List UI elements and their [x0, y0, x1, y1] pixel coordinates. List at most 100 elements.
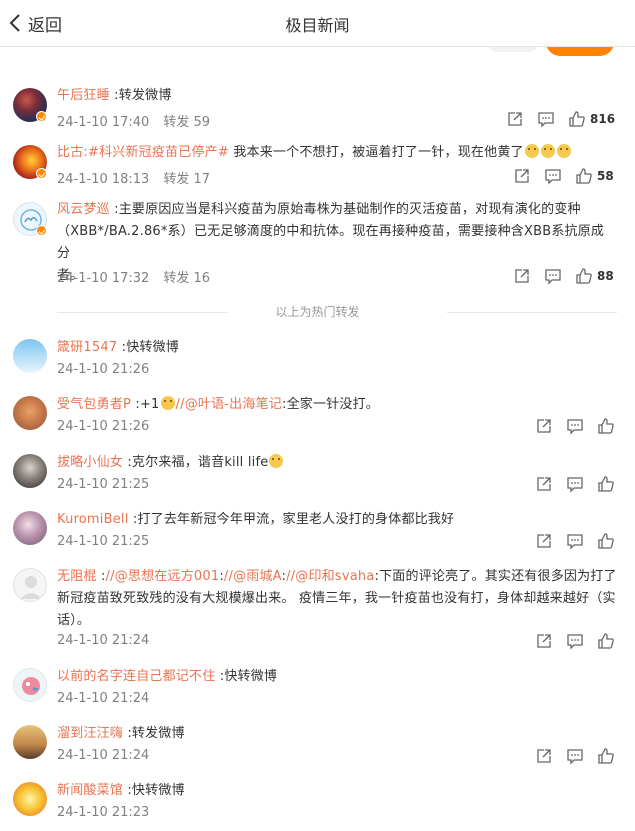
timestamp: 24-1-10 18:13 — [57, 172, 150, 187]
user-name[interactable]: 比古 — [57, 145, 83, 160]
user-name[interactable]: 拔略小仙女 — [57, 455, 123, 470]
avatar[interactable] — [13, 339, 47, 373]
comment-icon[interactable] — [566, 747, 584, 765]
avatar[interactable] — [13, 725, 47, 759]
mention-link[interactable]: //@叶语-出海笔记 — [176, 397, 282, 412]
user-name[interactable]: KuromiBell — [57, 512, 129, 527]
timestamp: 24-1-10 21:26 — [57, 362, 150, 377]
timestamp: 24-1-10 21:25 — [57, 477, 150, 492]
user-name[interactable]: 箴研1547 — [57, 340, 117, 355]
action-bar — [535, 632, 615, 650]
comment-icon[interactable] — [537, 110, 555, 128]
repost-content: :打了去年新冠今年甲流，家里老人没打的身体都比我好 — [128, 512, 455, 527]
like-icon[interactable] — [575, 167, 593, 185]
emoji-icon — [160, 396, 175, 410]
timestamp: 24-1-10 21:24 — [57, 748, 150, 763]
share-icon[interactable] — [535, 475, 553, 493]
repost-content-line: （XBB*/BA.2.86*系）已无足够滴度的中和抗体。现在再接种疫苗，需要接种… — [57, 224, 605, 261]
avatar[interactable] — [13, 396, 47, 430]
timestamp: 24-1-10 21:25 — [57, 534, 150, 549]
share-icon[interactable] — [506, 110, 524, 128]
comment-icon[interactable] — [544, 267, 562, 285]
action-bar: 58 — [513, 167, 614, 185]
avatar[interactable] — [13, 568, 47, 602]
share-icon[interactable] — [513, 267, 531, 285]
mention-link[interactable]: //@思想在远方001 — [106, 569, 220, 584]
mention-link[interactable]: //@雨城A — [224, 569, 282, 584]
repost-content: :克尔来福，谐音kill life — [123, 455, 269, 470]
repost-content: :快转微博 — [123, 783, 185, 798]
bird-avatar-icon — [22, 677, 40, 695]
repost-item: 以前的名字连自己都记不住 :快转微博 24-1-10 21:24 — [0, 666, 635, 711]
separator: : — [96, 569, 106, 584]
repost-content-line: 新冠疫苗致死致残的没有大规模爆出来。 疫情三年，我一针疫苗也没有打，身体却越来越… — [57, 591, 616, 606]
action-bar — [535, 475, 615, 493]
share-icon[interactable] — [535, 747, 553, 765]
share-icon[interactable] — [535, 632, 553, 650]
verified-badge-icon — [36, 225, 47, 236]
repost-content: 我本来一个不想打，被逼着打了一针，现在他黄了 — [228, 145, 524, 160]
user-name[interactable]: 新闻酸菜馆 — [57, 783, 123, 798]
avatar[interactable] — [13, 454, 47, 488]
like-icon[interactable] — [597, 417, 615, 435]
repost-content: :转发微博 — [109, 88, 172, 103]
top-bar: 返回 极目新闻 — [0, 0, 635, 47]
like-icon[interactable] — [575, 267, 593, 285]
like-icon[interactable] — [597, 532, 615, 550]
like-icon[interactable] — [568, 110, 586, 128]
mention-link[interactable]: //@印和svaha — [286, 569, 374, 584]
like-count: 58 — [597, 169, 614, 183]
like-icon[interactable] — [597, 632, 615, 650]
avatar[interactable] — [13, 511, 47, 545]
forward-count: 转发 59 — [163, 115, 211, 130]
action-bar — [535, 417, 615, 435]
emoji-icon — [556, 144, 571, 158]
share-icon[interactable] — [513, 167, 531, 185]
repost-content: :+1 — [131, 397, 160, 412]
timestamp: 24-1-10 17:40 — [57, 115, 150, 130]
repost-content: :转发微博 — [123, 726, 185, 741]
topic-link[interactable]: :#科兴新冠疫苗已停产# — [83, 145, 229, 160]
timestamp: 24-1-10 21:26 — [57, 419, 150, 434]
avatar[interactable] — [13, 782, 47, 816]
avatar[interactable] — [13, 668, 47, 702]
repost-content-line: :主要原因应当是科兴疫苗为原始毒株为基础制作的灭活疫苗，对现有演化的变种 — [109, 202, 581, 217]
timestamp: 24-1-10 21:24 — [57, 633, 150, 648]
like-count: 88 — [597, 269, 614, 283]
action-bar: 88 — [513, 267, 614, 285]
repost-content: :快转微博 — [215, 669, 278, 684]
user-name[interactable]: 风云梦巡 — [57, 202, 110, 217]
user-name[interactable]: 受气包勇者P — [57, 397, 131, 412]
page-title: 极目新闻 — [285, 16, 350, 35]
repost-content-line: :下面的评论亮了。其实还有很多因为打了 — [374, 569, 617, 584]
repost-content: :全家一针没打。 — [281, 397, 379, 412]
repost-item: 新闻酸菜馆 :快转微博 24-1-10 21:23 — [0, 780, 635, 825]
emoji-icon — [540, 144, 555, 158]
comment-icon[interactable] — [566, 475, 584, 493]
user-name[interactable]: 午后狂睡 — [57, 88, 110, 103]
comment-icon[interactable] — [566, 417, 584, 435]
hot-reposts-label: 以上为热门转发 — [275, 305, 360, 319]
timestamp: 24-1-10 21:24 — [57, 691, 150, 706]
comment-icon[interactable] — [566, 532, 584, 550]
action-bar — [535, 747, 615, 765]
like-icon[interactable] — [597, 747, 615, 765]
repost-content: :快转微博 — [117, 340, 180, 355]
user-name[interactable]: 无阻棍 — [57, 569, 97, 584]
repost-item: 箴研1547 :快转微博 24-1-10 21:26 — [0, 337, 635, 382]
like-count: 816 — [590, 112, 616, 126]
share-icon[interactable] — [535, 417, 553, 435]
user-name[interactable]: 溜到汪汪嗨 — [57, 726, 123, 741]
comment-icon[interactable] — [566, 632, 584, 650]
user-name[interactable]: 以前的名字连自己都记不住 — [57, 669, 215, 684]
repost-content-line: 话）。 — [57, 613, 91, 628]
action-bar: 816 — [506, 110, 615, 128]
share-icon[interactable] — [535, 532, 553, 550]
timestamp: 24-1-10 21:23 — [57, 805, 150, 820]
default-avatar-icon — [20, 576, 42, 599]
action-bar — [535, 532, 615, 550]
comment-icon[interactable] — [544, 167, 562, 185]
emoji-icon — [524, 144, 539, 158]
like-icon[interactable] — [597, 475, 615, 493]
verified-badge-icon — [36, 168, 47, 179]
